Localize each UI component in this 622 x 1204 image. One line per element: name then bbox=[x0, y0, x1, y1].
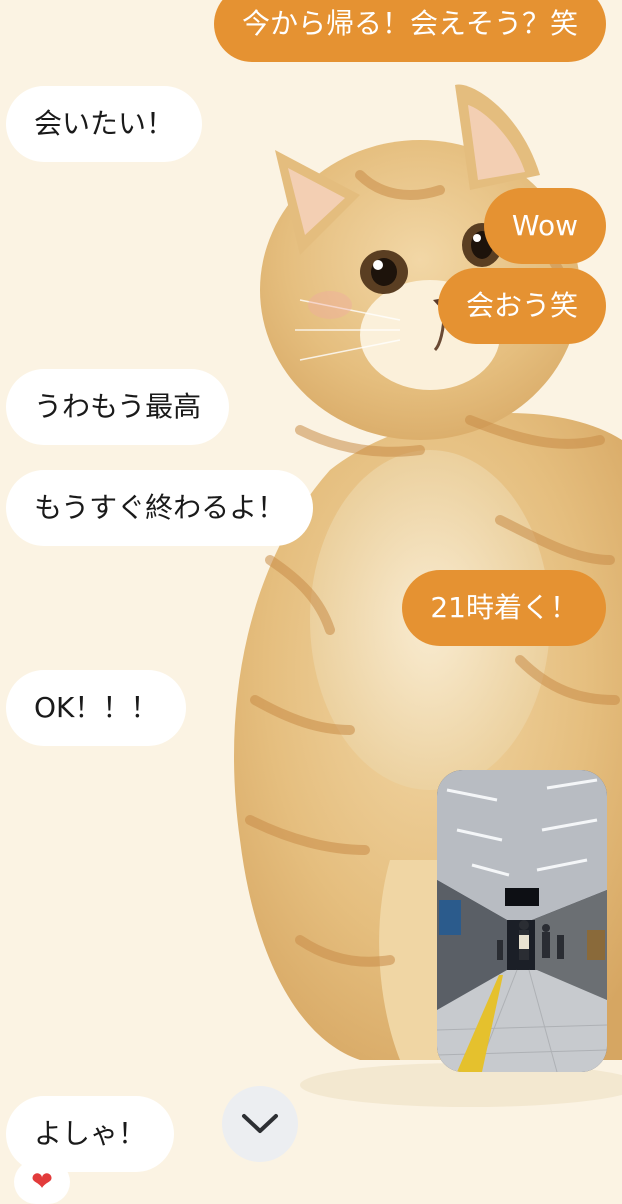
chevron-down-icon bbox=[242, 1114, 278, 1133]
incoming-message[interactable]: もうすぐ終わるよ！ bbox=[6, 470, 314, 546]
incoming-message[interactable]: うわもう最高 bbox=[6, 369, 230, 445]
outgoing-message[interactable]: 21時着く！ bbox=[402, 570, 606, 646]
station-photo bbox=[437, 770, 607, 1072]
outgoing-message[interactable]: 今から帰る！会えそう？笑 bbox=[213, 0, 606, 62]
reaction-badge[interactable]: ❤ bbox=[14, 1160, 70, 1204]
outgoing-message[interactable]: Wow bbox=[483, 188, 606, 264]
photo-message[interactable] bbox=[437, 770, 607, 1072]
outgoing-message[interactable]: 会おう笑 bbox=[437, 268, 606, 344]
incoming-message[interactable]: 会いたい！ bbox=[6, 86, 203, 162]
heart-icon: ❤ bbox=[31, 1167, 53, 1197]
scroll-down-button[interactable] bbox=[222, 1086, 298, 1162]
incoming-message[interactable]: OK！！！ bbox=[6, 670, 187, 746]
